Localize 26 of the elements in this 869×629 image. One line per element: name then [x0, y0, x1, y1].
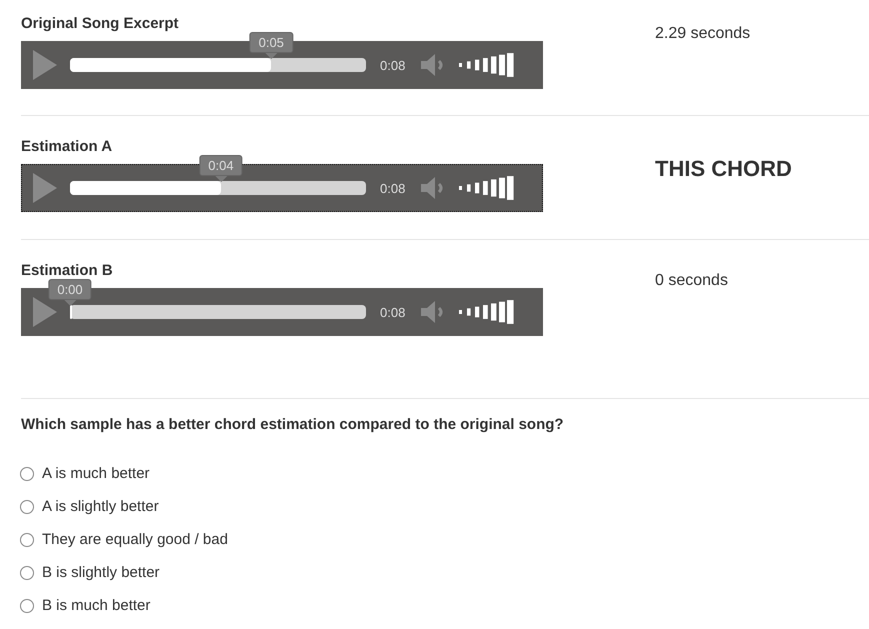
- radio-button[interactable]: [20, 532, 34, 546]
- duration-label: 0:08: [380, 180, 406, 196]
- time-result: 2.29 seconds: [655, 25, 750, 43]
- chord-result: THIS CHORD: [655, 156, 792, 182]
- duration-label: 0:08: [380, 58, 406, 72]
- sample-title: Estimation A: [21, 138, 112, 155]
- option-label[interactable]: A is slightly better: [42, 498, 159, 515]
- time-result: 0 seconds: [655, 272, 728, 290]
- radio-button[interactable]: [20, 566, 34, 580]
- radio-button[interactable]: [20, 598, 34, 612]
- time-tooltip: 0:04: [199, 155, 243, 182]
- play-icon[interactable]: [32, 172, 58, 204]
- option-label[interactable]: They are equally good / bad: [42, 531, 228, 548]
- question-text: Which sample has a better chord estimation compared to the original song?: [21, 416, 565, 433]
- duration-label: 0:08: [380, 304, 406, 320]
- play-icon[interactable]: [32, 296, 58, 328]
- sample-title: Estimation B: [21, 262, 113, 279]
- radio-button[interactable]: [20, 466, 34, 480]
- option-label[interactable]: B is much better: [42, 597, 150, 614]
- play-icon[interactable]: [32, 49, 58, 81]
- sample-title: Original Song Excerpt: [21, 15, 179, 32]
- option-label[interactable]: B is slightly better: [42, 564, 160, 581]
- radio-button[interactable]: [20, 500, 34, 514]
- time-tooltip: 0:00: [48, 279, 92, 306]
- time-tooltip: 0:05: [250, 32, 293, 59]
- option-label[interactable]: A is much better: [42, 465, 150, 482]
